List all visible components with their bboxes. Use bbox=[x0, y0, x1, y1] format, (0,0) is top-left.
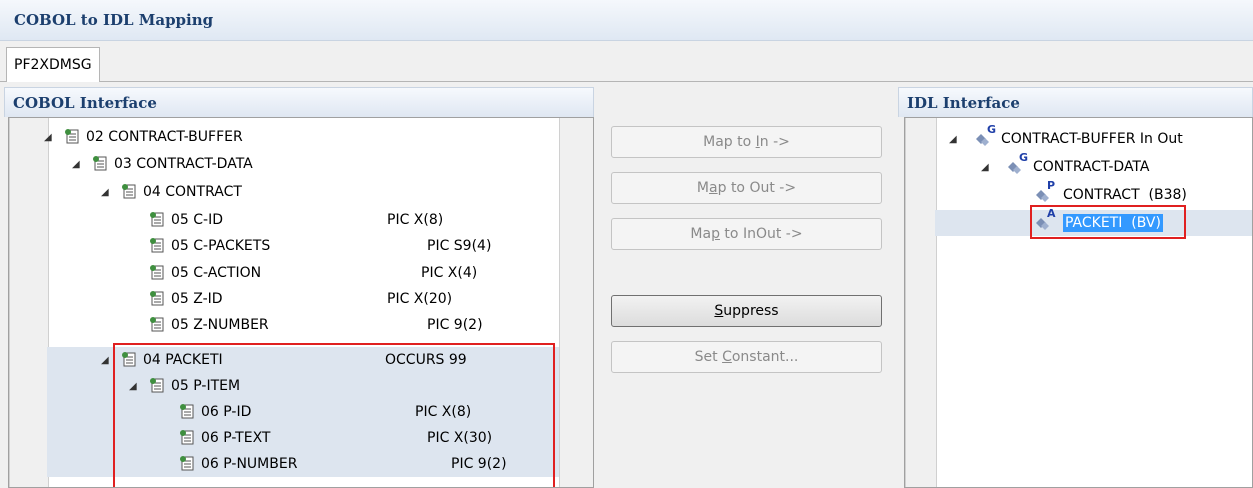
cobol-field-icon bbox=[92, 155, 110, 173]
cobol-field-icon bbox=[149, 264, 167, 282]
cobol-field-icon bbox=[149, 316, 167, 334]
cobol-tree-row[interactable]: 05 C-PACKETS PIC S9(4) bbox=[9, 233, 559, 259]
cobol-field-icon bbox=[64, 128, 82, 146]
cobol-field-label: 05 C-ACTION bbox=[171, 265, 262, 281]
cobol-field-label: 05 C-PACKETS bbox=[171, 238, 271, 254]
cobol-tree-row[interactable]: 05 Z-NUMBER PIC 9(2) bbox=[9, 312, 559, 338]
cobol-interface-header: COBOL Interface bbox=[4, 87, 594, 117]
map-to-out-button[interactable]: Map to Out -> bbox=[611, 172, 882, 204]
cobol-tree-row[interactable]: ◢ 04 CONTRACT bbox=[9, 179, 559, 205]
editor-title-bar: COBOL to IDL Mapping bbox=[0, 0, 1253, 41]
cobol-field-label: 03 CONTRACT-DATA bbox=[114, 156, 253, 172]
tab-pf2xdmsg[interactable]: PF2XDMSG bbox=[6, 47, 100, 82]
idl-badge: G bbox=[1019, 151, 1029, 164]
cobol-tree-row[interactable]: ◢ 02 CONTRACT-BUFFER bbox=[9, 124, 559, 150]
cobol-tree-row[interactable]: 05 C-ID PIC X(8) bbox=[9, 207, 559, 233]
highlight-box-packeti bbox=[113, 343, 555, 487]
tab-strip: PF2XDMSG bbox=[0, 41, 1253, 82]
cobol-field-label: 05 Z-NUMBER bbox=[171, 317, 269, 333]
cobol-field-picture: PIC 9(2) bbox=[427, 317, 483, 333]
tree-expand-toggle-icon[interactable]: ◢ bbox=[72, 152, 80, 178]
tree-expand-toggle-icon[interactable]: ◢ bbox=[981, 155, 989, 181]
cobol-field-label: 05 Z-ID bbox=[171, 291, 223, 307]
idl-parameter-label: CONTRACT-DATA bbox=[1033, 159, 1150, 175]
cobol-field-picture: PIC X(8) bbox=[387, 212, 444, 228]
suppress-button[interactable]: Suppress bbox=[611, 295, 882, 327]
idl-tree-row[interactable]: ◢ G CONTRACT-BUFFER In Out bbox=[935, 124, 1252, 153]
idl-badge: G bbox=[987, 123, 997, 136]
editor-title: COBOL to IDL Mapping bbox=[14, 11, 214, 29]
idl-tree-row[interactable]: ◢ G CONTRACT-DATA bbox=[935, 152, 1252, 181]
cobol-field-picture: PIC S9(4) bbox=[427, 238, 492, 254]
idl-tree-left-gutter bbox=[905, 118, 937, 487]
cobol-field-icon bbox=[149, 211, 167, 229]
cobol-field-icon bbox=[149, 290, 167, 308]
cobol-tree-row[interactable]: 05 Z-ID PIC X(20) bbox=[9, 286, 559, 312]
tree-expand-toggle-icon[interactable]: ◢ bbox=[101, 180, 109, 206]
idl-parameter-icon: G bbox=[973, 124, 997, 148]
cobol-field-label: 02 CONTRACT-BUFFER bbox=[86, 129, 243, 145]
cobol-tree-row[interactable]: ◢ 03 CONTRACT-DATA bbox=[9, 151, 559, 177]
cobol-tree-row[interactable]: 05 C-ACTION PIC X(4) bbox=[9, 260, 559, 286]
map-to-inout-button[interactable]: Map to InOut -> bbox=[611, 218, 882, 250]
tree-expand-toggle-icon[interactable]: ◢ bbox=[949, 127, 957, 153]
cobol-field-icon bbox=[121, 183, 139, 201]
map-to-in-button[interactable]: Map to In -> bbox=[611, 126, 882, 158]
cobol-tree-scrollbar[interactable] bbox=[559, 118, 593, 487]
cobol-field-picture: PIC X(4) bbox=[421, 265, 478, 281]
idl-parameter-icon: G bbox=[1005, 152, 1029, 176]
tree-expand-toggle-icon[interactable]: ◢ bbox=[44, 125, 52, 151]
cobol-field-label: 04 CONTRACT bbox=[143, 184, 242, 200]
tree-expand-toggle-icon[interactable]: ◢ bbox=[101, 348, 109, 374]
idl-tree[interactable]: ◢ G CONTRACT-BUFFER In Out ◢ G CONTRACT-DATA P… bbox=[904, 117, 1253, 488]
idl-interface-header: IDL Interface bbox=[898, 87, 1253, 117]
cobol-field-picture: PIC X(20) bbox=[387, 291, 453, 307]
idl-parameter-icon: P bbox=[1033, 180, 1057, 204]
cobol-field-label: 05 C-ID bbox=[171, 212, 224, 228]
cobol-tree[interactable]: ◢ 02 CONTRACT-BUFFER ◢ 03 CONTRACT-DATA ◢ 04 … bbox=[8, 117, 594, 488]
cobol-field-icon bbox=[149, 237, 167, 255]
highlight-box-packeti-idl bbox=[1030, 205, 1186, 239]
set-constant-button[interactable]: Set Constant... bbox=[611, 341, 882, 373]
idl-parameter-label: CONTRACT-BUFFER In Out bbox=[1001, 131, 1183, 147]
idl-badge: P bbox=[1047, 179, 1056, 192]
